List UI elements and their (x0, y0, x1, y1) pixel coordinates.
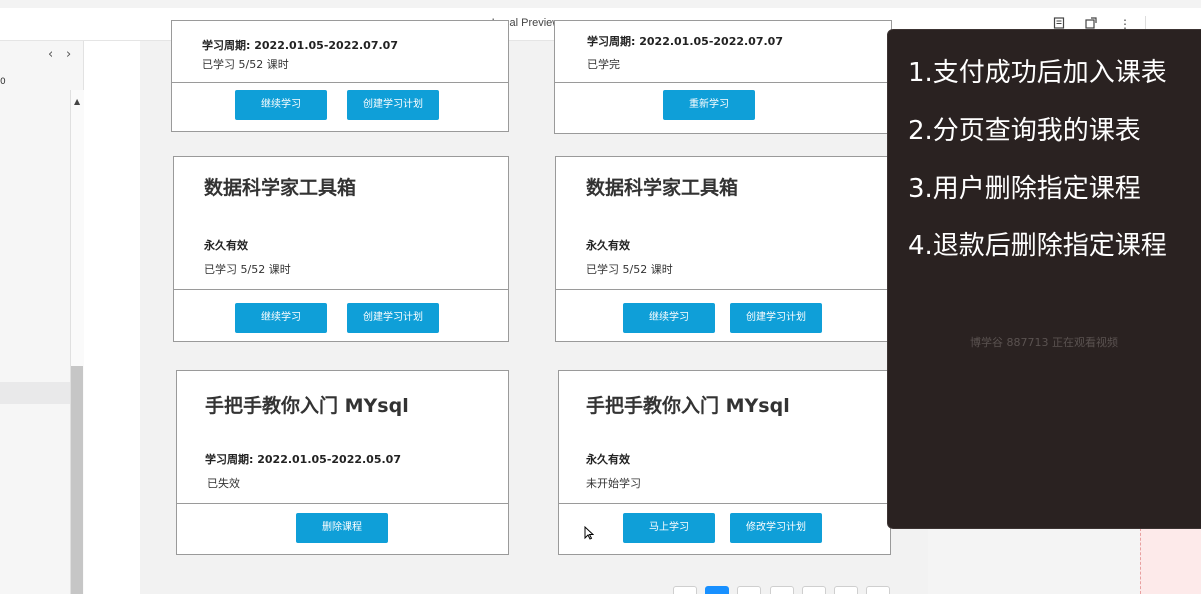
overlay-item: 1.支付成功后加入课表 (908, 58, 1167, 88)
course-card: 数据科学家工具箱 永久有效 已学习 5/52 课时 继续学习 创建学习计划 (173, 156, 509, 342)
card-divider (174, 289, 508, 290)
app-window: Local Preview ⋮ axure ‹ › 0 ▲ 学习周期: 2022… (0, 0, 1201, 594)
canvas-gutter (85, 41, 140, 594)
course-status: 已学习 5/52 课时 (202, 58, 289, 71)
course-period: 学习周期: 2022.01.05-2022.05.07 (205, 453, 401, 466)
page-button[interactable] (737, 586, 761, 594)
overlay-item: 3.用户删除指定课程 (908, 174, 1141, 204)
create-plan-button[interactable]: 创建学习计划 (730, 303, 822, 333)
card-divider (559, 503, 890, 504)
page-button[interactable] (834, 586, 858, 594)
delete-course-button[interactable]: 删除课程 (296, 513, 388, 543)
pages-sidebar: ‹ › 0 ▲ (0, 41, 84, 594)
card-divider (177, 503, 508, 504)
course-title: 手把手教你入门 MYsql (205, 395, 409, 417)
page-prev-button[interactable] (673, 586, 697, 594)
sidebar-scrollbar[interactable] (71, 366, 83, 594)
course-status: 已失效 (207, 477, 240, 490)
sidebar-counter: 0 (0, 77, 6, 87)
pagination (673, 586, 893, 594)
page-button[interactable] (802, 586, 826, 594)
course-title: 数据科学家工具箱 (204, 177, 357, 199)
course-period: 永久有效 (586, 239, 630, 252)
watermark-text: 博学谷 887713 正在观看视频 (970, 336, 1118, 349)
course-status: 已学习 5/52 课时 (204, 263, 291, 276)
create-plan-button[interactable]: 创建学习计划 (347, 303, 439, 333)
card-divider (556, 289, 891, 290)
course-status: 已学完 (587, 58, 620, 71)
overlay-item: 4.退款后删除指定课程 (908, 231, 1167, 261)
overlay-item: 2.分页查询我的课表 (908, 116, 1141, 146)
course-status: 未开始学习 (586, 477, 641, 490)
guide-region (1140, 528, 1201, 594)
course-card: 数据科学家工具箱 永久有效 已学习 5/52 课时 继续学习 创建学习计划 (555, 156, 892, 342)
course-card: 学习周期: 2022.01.05-2022.07.07 已学完 重新学习 (554, 20, 892, 134)
page-button[interactable] (770, 586, 794, 594)
sidebar-selected-item[interactable] (0, 382, 70, 404)
course-card: 手把手教你入门 MYsql 学习周期: 2022.01.05-2022.05.0… (176, 370, 509, 555)
card-divider (172, 82, 508, 83)
course-title: 手把手教你入门 MYsql (586, 395, 790, 417)
course-title: 数据科学家工具箱 (586, 177, 739, 199)
page-next-button[interactable] (866, 586, 890, 594)
continue-learning-button[interactable]: 继续学习 (235, 303, 327, 333)
page-button-active[interactable] (705, 586, 729, 594)
relearn-button[interactable]: 重新学习 (663, 90, 755, 120)
continue-learning-button[interactable]: 继续学习 (623, 303, 715, 333)
nav-next-icon[interactable]: › (66, 47, 71, 62)
create-plan-button[interactable]: 创建学习计划 (347, 90, 439, 120)
edit-plan-button[interactable]: 修改学习计划 (730, 513, 822, 543)
course-card: 手把手教你入门 MYsql 永久有效 未开始学习 马上学习 修改学习计划 (558, 370, 891, 555)
course-card: 学习周期: 2022.01.05-2022.07.07 已学习 5/52 课时 … (171, 20, 509, 132)
continue-learning-button[interactable]: 继续学习 (235, 90, 327, 120)
window-title: Local Preview (491, 17, 561, 29)
course-period: 永久有效 (204, 239, 248, 252)
scroll-up-icon[interactable]: ▲ (74, 97, 80, 106)
browser-tab-strip (0, 0, 1201, 8)
card-divider (555, 82, 891, 83)
slide-overlay-panel: 1.支付成功后加入课表 2.分页查询我的课表 3.用户删除指定课程 4.退款后删… (887, 29, 1201, 529)
course-period: 学习周期: 2022.01.05-2022.07.07 (587, 35, 783, 48)
start-learning-button[interactable]: 马上学习 (623, 513, 715, 543)
course-period: 学习周期: 2022.01.05-2022.07.07 (202, 39, 398, 52)
course-period: 永久有效 (586, 453, 630, 466)
nav-prev-icon[interactable]: ‹ (48, 47, 53, 62)
course-status: 已学习 5/52 课时 (586, 263, 673, 276)
